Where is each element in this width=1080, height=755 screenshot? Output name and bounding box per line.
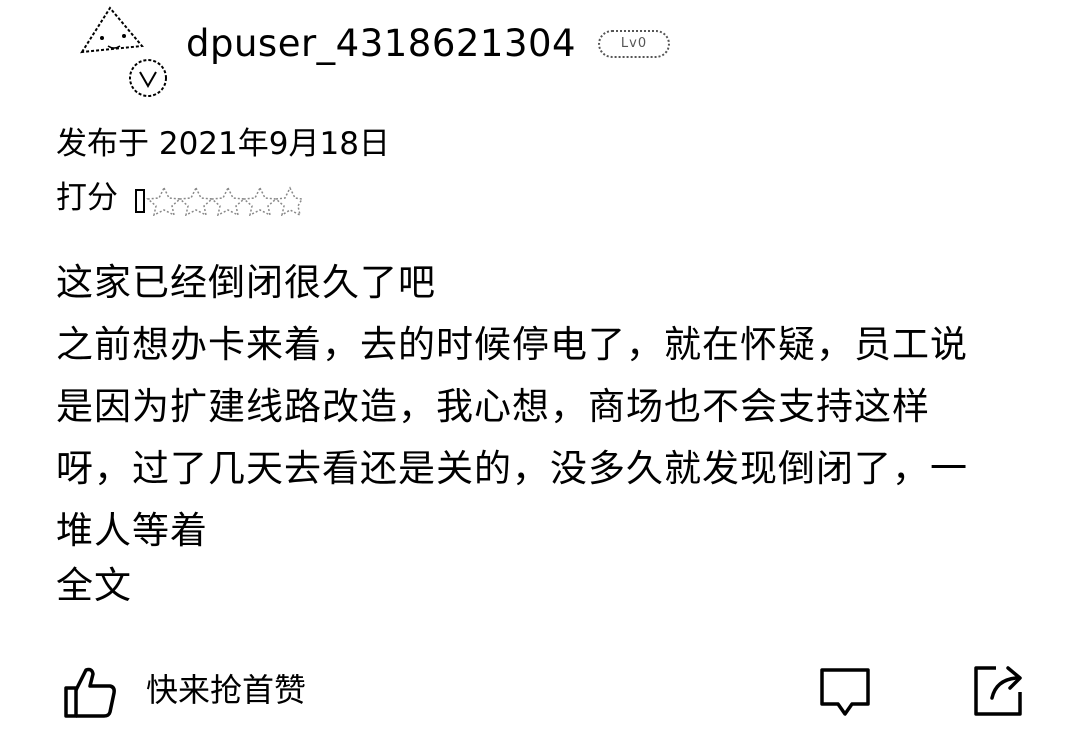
- rating-row: 打分: [56, 178, 304, 218]
- user-avatar[interactable]: [72, 0, 172, 100]
- read-more-link[interactable]: 全文: [56, 555, 132, 617]
- action-bar: 快来抢首赞: [0, 650, 1080, 730]
- share-icon[interactable]: [970, 662, 1026, 718]
- default-avatar-icon: [80, 6, 167, 97]
- username[interactable]: dpuser_4318621304: [186, 20, 576, 68]
- rating-label: 打分: [56, 180, 118, 216]
- review-line-1: 这家已经倒闭很久了吧: [56, 261, 436, 304]
- star-rating-icon: [134, 184, 304, 216]
- comment-icon[interactable]: [818, 666, 872, 718]
- review-line-2: 之前想办卡来着，去的时候停电了，就在怀疑，员工说是因为扩建线路改造，我心想，商场…: [56, 323, 968, 552]
- publish-date: 发布于 2021年9月18日: [56, 126, 390, 162]
- thumbs-up-icon[interactable]: [62, 664, 118, 720]
- user-level-badge: Lv0: [598, 30, 670, 58]
- review-body: 这家已经倒闭很久了吧 之前想办卡来着，去的时候停电了，就在怀疑，员工说是因为扩建…: [56, 252, 996, 562]
- like-button-label[interactable]: 快来抢首赞: [146, 670, 306, 710]
